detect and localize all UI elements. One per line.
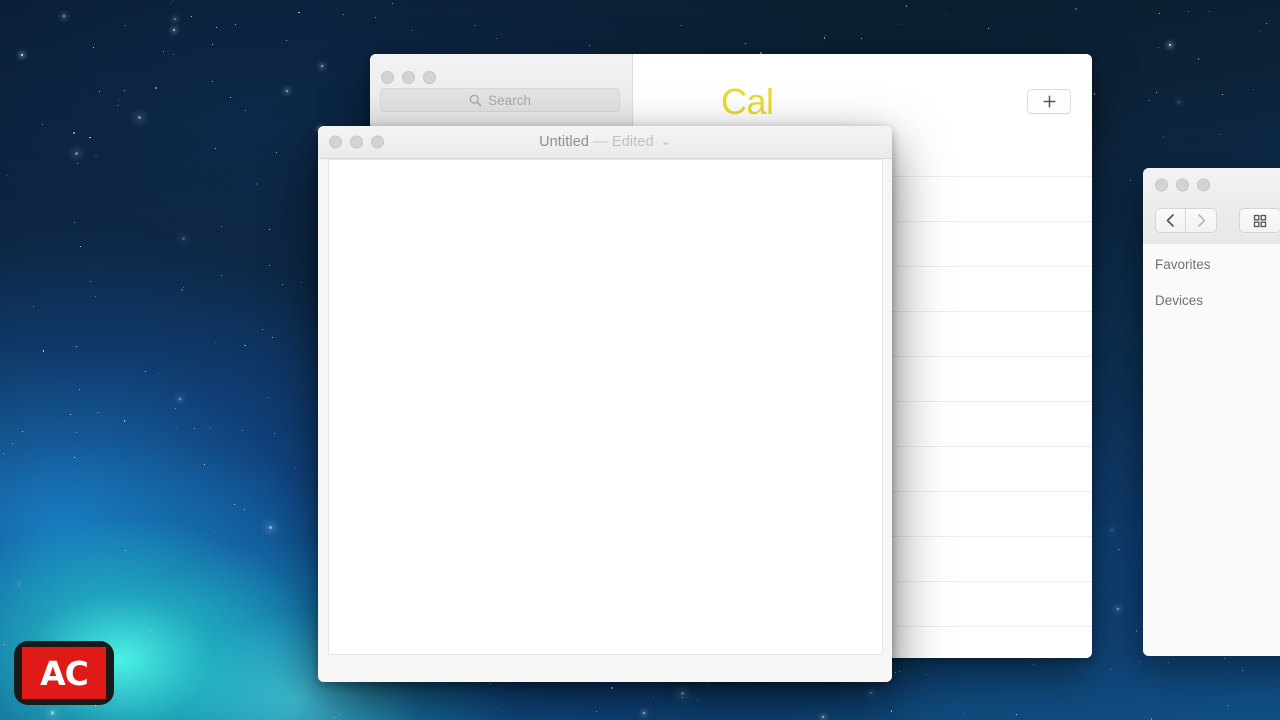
sidebar-section-favorites[interactable]: Favorites xyxy=(1143,257,1211,272)
close-button[interactable] xyxy=(1155,178,1168,192)
minimize-button[interactable] xyxy=(402,71,415,84)
title-separator: — xyxy=(593,134,608,150)
back-button[interactable] xyxy=(1155,208,1186,233)
minimize-button[interactable] xyxy=(1176,178,1189,192)
finder-window[interactable]: Favorites Devices xyxy=(1143,168,1280,656)
edited-status: Edited xyxy=(611,134,654,150)
desktop-wallpaper[interactable]: Search Cal Favorites Devices Untitled — … xyxy=(0,0,1280,720)
finder-traffic-lights[interactable] xyxy=(1155,178,1210,192)
textedit-traffic-lights[interactable] xyxy=(329,135,384,149)
ac-watermark-badge: AC xyxy=(22,647,106,699)
chevron-right-icon xyxy=(1197,214,1205,227)
zoom-button[interactable] xyxy=(1197,178,1210,192)
chevron-left-icon xyxy=(1166,214,1174,227)
notes-detail-header: Cal xyxy=(633,54,1092,133)
navigation-segment-group[interactable] xyxy=(1155,208,1217,233)
textedit-document-area[interactable] xyxy=(328,159,883,655)
ac-watermark-text: AC xyxy=(40,653,89,693)
search-input[interactable]: Search xyxy=(380,88,620,112)
search-placeholder: Search xyxy=(488,92,531,108)
add-note-button[interactable] xyxy=(1027,89,1071,114)
textedit-window[interactable]: Untitled — Edited ⌄ xyxy=(318,126,892,682)
textedit-title-text: Untitled — Edited ⌄ xyxy=(318,134,892,150)
chevron-down-icon[interactable]: ⌄ xyxy=(661,134,671,148)
grid-view-icon xyxy=(1253,214,1267,227)
textedit-titlebar[interactable]: Untitled — Edited ⌄ xyxy=(318,126,892,159)
notes-traffic-lights[interactable] xyxy=(381,71,436,84)
finder-sidebar[interactable]: Favorites Devices xyxy=(1143,244,1280,656)
textedit-window-footer xyxy=(318,655,892,682)
ac-watermark-logo: AC xyxy=(14,641,114,705)
finder-toolbar[interactable] xyxy=(1143,202,1280,245)
close-button[interactable] xyxy=(381,71,394,84)
zoom-button[interactable] xyxy=(371,135,384,149)
sidebar-section-devices[interactable]: Devices xyxy=(1143,293,1203,308)
finder-titlebar[interactable] xyxy=(1143,168,1280,202)
note-title: Cal xyxy=(721,81,774,122)
zoom-button[interactable] xyxy=(423,71,436,84)
plus-icon xyxy=(1043,95,1055,108)
document-title: Untitled xyxy=(539,134,590,150)
forward-button[interactable] xyxy=(1186,208,1217,233)
minimize-button[interactable] xyxy=(350,135,363,149)
search-icon xyxy=(469,94,482,107)
close-button[interactable] xyxy=(329,135,342,149)
grid-view-button[interactable] xyxy=(1239,208,1280,233)
